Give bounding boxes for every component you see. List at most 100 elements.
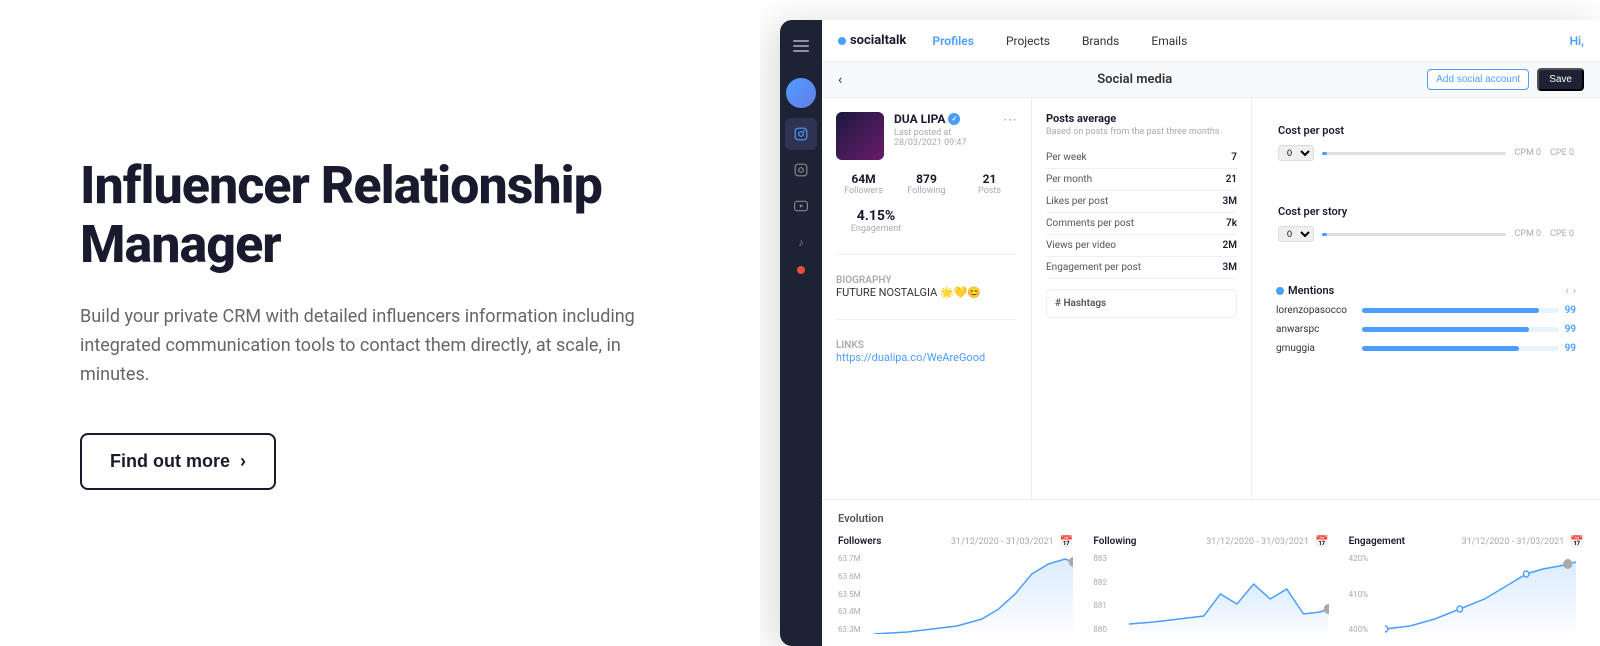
profile-last-post: Last posted at 28/03/2021 09:47 xyxy=(894,128,993,148)
main-panels: DUA LIPA ✓ Last posted at 28/03/2021 09:… xyxy=(822,98,1600,499)
divider-2 xyxy=(836,319,1017,320)
cost-per-post-row: 0 CPM 0 CPE 0 xyxy=(1278,145,1574,161)
mentions-title: Mentions xyxy=(1276,284,1334,297)
cost-mentions-panel: Cost per post 0 CPM 0 CPE 0 xyxy=(1252,98,1600,499)
profile-header-title: Social media xyxy=(850,72,1419,87)
sidebar-notification-dot xyxy=(797,266,805,274)
mention-bar-bg xyxy=(1362,308,1559,313)
sidebar-icon-youtube[interactable] xyxy=(785,190,817,222)
stat-row: Per week 7 xyxy=(1046,147,1237,169)
stats-rows: Per week 7 Per month 21 Likes per post 3… xyxy=(1046,147,1237,279)
stat-row: Engagement per post 3M xyxy=(1046,257,1237,279)
stat-following: 879 Following xyxy=(899,172,954,196)
profile-section: DUA LIPA ✓ Last posted at 28/03/2021 09:… xyxy=(822,98,1032,499)
top-navigation: socialtalk Profiles Projects Brands Emai… xyxy=(822,20,1600,62)
chart-plot xyxy=(1385,554,1584,634)
chart-area: 420%410%400% xyxy=(1349,554,1584,634)
profile-more-button[interactable]: ⋯ xyxy=(1003,112,1017,128)
chart-yaxis: 883882881880 xyxy=(1093,554,1107,634)
chart-yaxis: 63.7M63.6M63.5M63.4M63.3M xyxy=(838,554,861,634)
brand-dot xyxy=(838,37,846,45)
cost-per-story-row: 0 CPM 0 CPE 0 xyxy=(1278,226,1574,242)
chart-area: 883882881880 xyxy=(1093,554,1328,634)
cost-story-labels: CPM 0 CPE 0 xyxy=(1514,229,1574,239)
profile-header: ‹ Social media Add social account Save xyxy=(822,62,1600,98)
chart-header: Followers 31/12/2020 - 31/03/2021 📅 xyxy=(838,535,1073,548)
sidebar-icon-instagram[interactable] xyxy=(785,118,817,150)
mention-row: anwarspc 99 xyxy=(1276,324,1576,335)
stat-row: Comments per post 7k xyxy=(1046,213,1237,235)
mention-bar-bg xyxy=(1362,327,1559,332)
evolution-section: Evolution Followers 31/12/2020 - 31/03/2… xyxy=(822,499,1600,646)
links-section: Links https://dualipa.co/WeAreGood xyxy=(836,340,1017,364)
brand-logo: socialtalk xyxy=(838,33,906,48)
stat-posts: 21 Posts xyxy=(962,172,1017,196)
left-panel: Influencer Relationship Manager Build yo… xyxy=(0,0,760,646)
chart-plot xyxy=(874,554,1073,634)
nav-brands[interactable]: Brands xyxy=(1076,30,1125,52)
chart-svg xyxy=(874,554,1073,634)
charts-row: Followers 31/12/2020 - 31/03/2021 📅 63.7… xyxy=(838,535,1584,634)
profile-name: DUA LIPA ✓ xyxy=(894,112,993,126)
save-button[interactable]: Save xyxy=(1537,68,1584,91)
app-body: socialtalk Profiles Projects Brands Emai… xyxy=(822,20,1600,646)
chart-followers: Followers 31/12/2020 - 31/03/2021 📅 63.7… xyxy=(838,535,1073,634)
profile-info: DUA LIPA ✓ Last posted at 28/03/2021 09:… xyxy=(894,112,993,148)
cost-post-labels: CPM 0 CPE 0 xyxy=(1514,148,1574,158)
app-window: ♪ socialtalk Profiles Projects Brands Em… xyxy=(780,20,1600,646)
chart-following: Following 31/12/2020 - 31/03/2021 📅 8838… xyxy=(1093,535,1328,634)
chart-header: Engagement 31/12/2020 - 31/03/2021 📅 xyxy=(1349,535,1584,548)
mention-bar-fill xyxy=(1362,327,1529,332)
chart-yaxis: 420%410%400% xyxy=(1349,554,1368,634)
chart-calendar-icon[interactable]: 📅 xyxy=(1315,535,1329,548)
chart-area: 63.7M63.6M63.5M63.4M63.3M xyxy=(838,554,1073,634)
biography-section: Biography FUTURE NOSTALGIA 🌟💛😊 xyxy=(836,275,1017,299)
user-avatar[interactable] xyxy=(786,78,816,108)
stat-row: Views per video 2M xyxy=(1046,235,1237,257)
mentions-nav: ‹ › xyxy=(1565,284,1576,297)
cost-post-select[interactable]: 0 xyxy=(1278,145,1314,161)
mention-bar-fill xyxy=(1362,308,1539,313)
nav-emails[interactable]: Emails xyxy=(1145,30,1193,52)
verified-badge: ✓ xyxy=(948,113,960,125)
profile-card-top: DUA LIPA ✓ Last posted at 28/03/2021 09:… xyxy=(836,112,1017,160)
stats-section: Posts average Based on posts from the pa… xyxy=(1032,98,1252,499)
chart-calendar-icon[interactable]: 📅 xyxy=(1570,535,1584,548)
stat-row: Per month 21 xyxy=(1046,169,1237,191)
chart-calendar-icon[interactable]: 📅 xyxy=(1060,535,1074,548)
nav-projects[interactable]: Projects xyxy=(1000,30,1056,52)
engagement-box: 4.15% Engagement xyxy=(836,208,916,234)
nav-profiles[interactable]: Profiles xyxy=(926,30,980,52)
divider xyxy=(836,254,1017,255)
sidebar-icon-instagram2[interactable] xyxy=(785,154,817,186)
cost-per-story-section: Cost per story 0 CPM 0 CPE 0 xyxy=(1266,193,1586,254)
mentions-header: Mentions ‹ › xyxy=(1276,284,1576,297)
hero-title: Influencer Relationship Manager xyxy=(80,156,700,276)
cost-story-select[interactable]: 0 xyxy=(1278,226,1314,242)
find-out-more-button[interactable]: Find out more › xyxy=(80,433,276,490)
right-panel: ♪ socialtalk Profiles Projects Brands Em… xyxy=(760,0,1600,646)
mentions-section: Mentions ‹ › lorenzopasocco 99 anwarspc … xyxy=(1266,274,1586,372)
cost-story-slider[interactable] xyxy=(1322,233,1506,236)
mentions-next[interactable]: › xyxy=(1573,284,1576,297)
chart-header: Following 31/12/2020 - 31/03/2021 📅 xyxy=(1093,535,1328,548)
profile-stats: 64M Followers 879 Following 21 Posts xyxy=(836,172,1017,196)
mention-dot xyxy=(1276,287,1284,295)
hashtag-section: # Hashtags xyxy=(1046,289,1237,318)
mentions-prev[interactable]: ‹ xyxy=(1565,284,1568,297)
stat-followers: 64M Followers xyxy=(836,172,891,196)
mention-bar-fill xyxy=(1362,346,1519,351)
sidebar: ♪ xyxy=(780,20,822,646)
stat-row: Likes per post 3M xyxy=(1046,191,1237,213)
add-social-account-button[interactable]: Add social account xyxy=(1427,69,1529,90)
mention-row: gmuggia 99 xyxy=(1276,343,1576,354)
sidebar-toggle-button[interactable] xyxy=(785,32,817,60)
chart-engagement: Engagement 31/12/2020 - 31/03/2021 📅 420… xyxy=(1349,535,1584,634)
cost-post-slider[interactable] xyxy=(1322,152,1506,155)
back-button[interactable]: ‹ xyxy=(838,72,842,88)
sidebar-icon-tiktok[interactable]: ♪ xyxy=(785,226,817,258)
nav-user-greeting: Hi, xyxy=(1570,34,1584,48)
profile-photo xyxy=(836,112,884,160)
mention-row: lorenzopasocco 99 xyxy=(1276,305,1576,316)
mention-bar-bg xyxy=(1362,346,1559,351)
